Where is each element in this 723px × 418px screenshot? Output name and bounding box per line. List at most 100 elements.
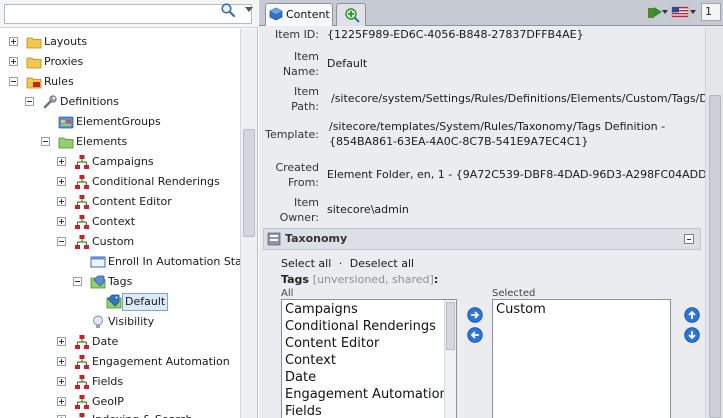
list-item[interactable]: Campaigns [285,301,358,318]
chevron-down-icon[interactable] [661,4,669,20]
expand-icon[interactable] [57,177,66,186]
deselect-all-link[interactable]: Deselect all [350,257,414,270]
expand-icon[interactable] [57,337,66,346]
hierarchy-icon [75,395,89,409]
tab-content[interactable]: Content [265,3,333,26]
list-item[interactable]: Custom [496,301,546,318]
wrench-icon [43,95,57,109]
all-tags-scrollbar-thumb[interactable] [446,302,455,350]
search-icon[interactable] [220,2,236,18]
template-label: Template: [265,128,319,141]
taxonomy-section-header[interactable]: Taxonomy [263,228,701,250]
collapse-icon[interactable] [57,237,66,246]
list-item[interactable]: Conditional Renderings [285,318,436,335]
search-input[interactable] [4,4,252,24]
collapse-icon[interactable] [25,97,34,106]
tree-item-enroll-in-automation-state[interactable]: Enroll In Automation State [0,252,240,272]
tree-item-label: Tags [108,275,133,288]
created-from-value: Element Folder, en, 1 - {9A72C539-DBF8-4… [327,168,705,181]
list-item[interactable]: Engagement Automation [285,386,448,403]
tree-item-engagement-automation[interactable]: Engagement Automation [0,352,240,372]
expand-icon[interactable] [9,57,18,66]
language-flag-icon[interactable] [671,4,689,20]
collapse-section-icon[interactable] [684,234,694,244]
tab-add-editor[interactable] [336,3,366,26]
collapse-icon[interactable] [41,137,50,146]
tree-item-definitions[interactable]: Definitions [0,92,240,112]
list-item[interactable]: Context [285,352,336,369]
tags-field-label: Tags [unversioned, shared]: [281,273,438,286]
item-owner-label-line2: Owner: [279,211,319,224]
expand-icon[interactable] [57,357,66,366]
item-name-label-line1: Item [293,50,319,63]
version-selector[interactable]: 1 [701,3,721,21]
tab-content-label: Content [286,8,330,21]
element-groups-icon [58,116,74,129]
tree-item-label: Date [92,335,119,348]
select-all-link[interactable]: Select all [281,257,331,270]
tree-item-elements[interactable]: Elements [0,132,240,152]
arrow-right-icon[interactable] [467,307,483,323]
item-id-value: {1225F989-ED6C-4056-B848-27837DFFB4AE} [327,28,584,41]
all-tags-scrollbar[interactable] [444,300,456,418]
hierarchy-icon [75,235,89,249]
tree-item-label: Visibility [108,315,155,328]
content-scrollbar-thumb[interactable] [709,95,721,418]
tree-item-context[interactable]: Context [0,212,240,232]
expand-icon[interactable] [57,197,66,206]
tree-item-label: Content Editor [92,195,172,208]
tree-item-label: GeoIP [92,395,124,408]
tree-scrollbar-thumb[interactable] [243,129,255,237]
all-tags-listbox[interactable]: Campaigns Conditional Renderings Content… [281,299,457,418]
tags-meta: [unversioned, shared] [312,273,434,286]
tree-item-geoip[interactable]: GeoIP [0,392,240,412]
tree-item-rules[interactable]: Rules [0,72,240,92]
template-value-line1: /sitecore/templates/System/Rules/Taxonom… [329,120,666,133]
tree-item-label: Context [92,215,136,228]
tree-scrollbar[interactable] [240,29,257,418]
arrow-down-icon[interactable] [684,327,700,343]
collapse-icon[interactable] [9,77,18,86]
selected-tags-listbox[interactable]: Custom [492,299,671,418]
all-list-label: All [281,288,294,299]
tags-icon [90,275,106,289]
arrow-left-icon[interactable] [467,327,483,343]
tree-item-campaigns[interactable]: Campaigns [0,152,240,172]
list-item[interactable]: Content Editor [285,335,379,352]
tree-item-date[interactable]: Date [0,332,240,352]
tab-bar-tools: 1 [645,3,723,23]
tree-item-fields[interactable]: Fields [0,372,240,392]
link-separator: · [338,257,343,270]
tree-item-conditional-renderings[interactable]: Conditional Renderings [0,172,240,192]
expand-icon[interactable] [57,217,66,226]
tree-item-visibility[interactable]: Visibility [0,312,240,332]
item-path-value: /sitecore/system/Settings/Rules/Definiti… [331,92,705,105]
content-scrollbar[interactable] [705,27,723,418]
tree-item-label: Elements [76,135,128,148]
list-item[interactable]: Fields [285,403,322,418]
tree-item-elementgroups[interactable]: ElementGroups [0,112,240,132]
chevron-down-icon[interactable] [689,4,697,20]
tree-item-label: Custom [92,235,135,248]
tree-item-default[interactable]: Default [0,292,240,312]
expand-icon[interactable] [57,397,66,406]
hierarchy-icon [79,413,85,418]
chevron-down-icon[interactable] [244,6,254,14]
tree-item-proxies[interactable]: Proxies [0,52,240,72]
taxonomy-section-body: Select all · Deselect all Tags [unversio… [267,251,705,418]
tree-item-label: Engagement Automation [92,355,230,368]
tree-item-content-editor[interactable]: Content Editor [0,192,240,212]
arrow-up-icon[interactable] [684,307,700,323]
tree-item-custom[interactable]: Custom [0,232,240,252]
expand-icon[interactable] [57,377,66,386]
list-item[interactable]: Date [285,369,316,386]
tree-item-tags[interactable]: Tags [0,272,240,292]
tree-item-layouts[interactable]: Layouts [0,32,240,52]
tree-item-indexing-search[interactable]: Indexing & Search [0,410,240,418]
tree-item-label: Rules [44,75,74,88]
collapse-icon[interactable] [73,277,82,286]
hierarchy-icon [75,215,89,229]
expand-icon[interactable] [57,157,66,166]
item-owner-label-line1: Item [293,196,319,209]
expand-icon[interactable] [9,37,18,46]
